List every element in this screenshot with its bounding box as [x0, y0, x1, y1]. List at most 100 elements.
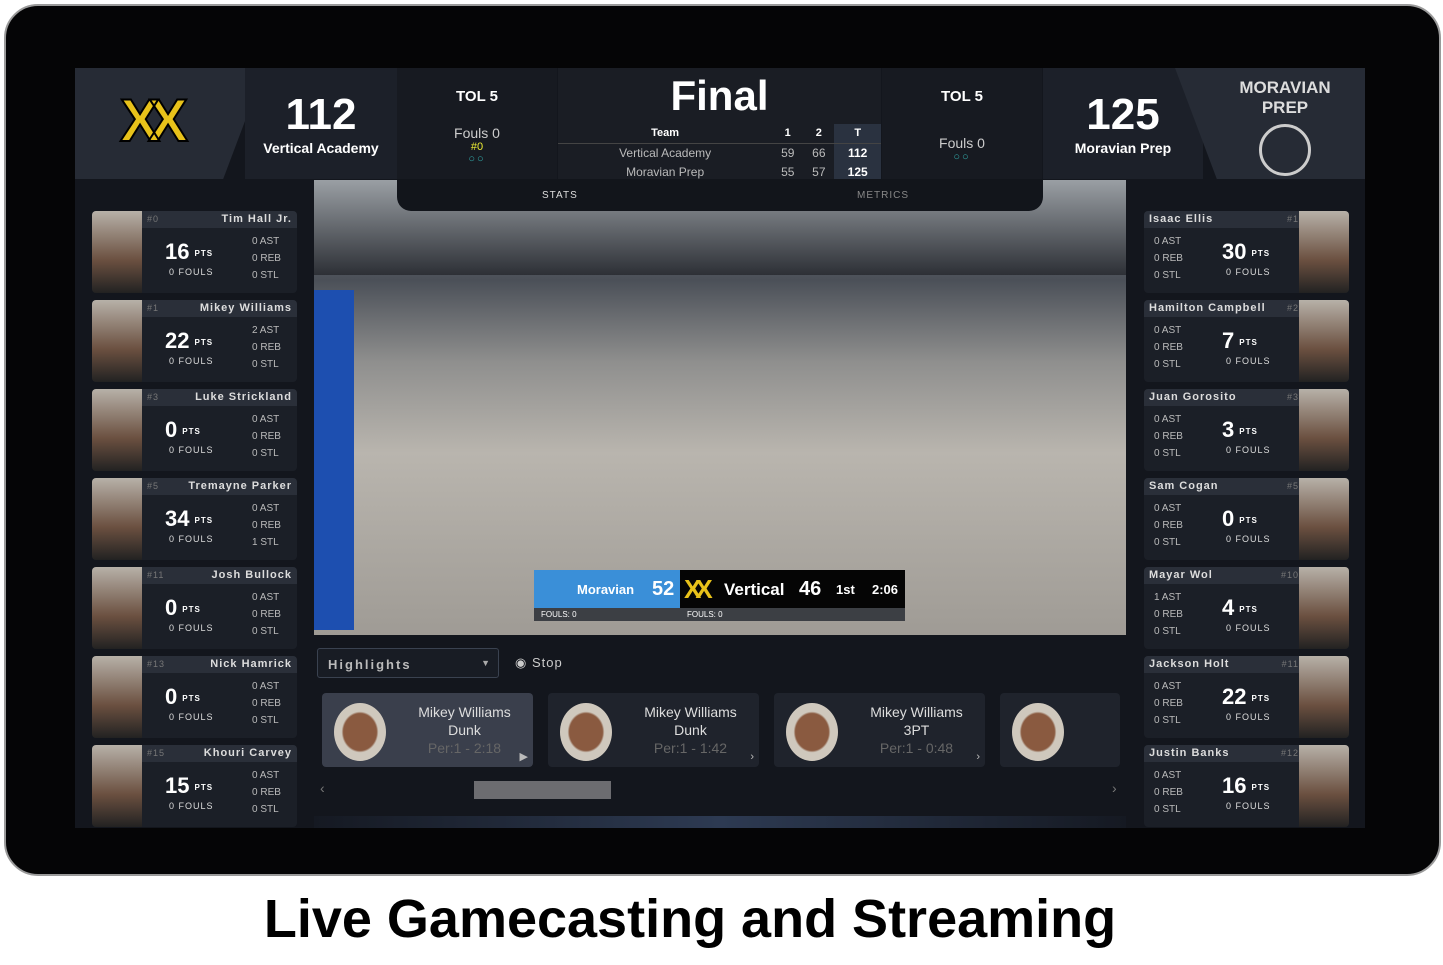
- player-reb: 0 REB: [1154, 787, 1183, 798]
- video-player[interactable]: Moravian 52 FOULS: 0 XX Vertical 46 1st …: [314, 180, 1126, 635]
- player-reb: 0 REB: [252, 253, 281, 264]
- player-stl: 0 STL: [252, 715, 279, 726]
- player-avatar: [786, 703, 838, 761]
- overlay-period: 1st: [836, 582, 855, 597]
- player-card[interactable]: #13 Nick Hamrick 0 PTS 0 FOULS 0 AST 0 REB…: [92, 656, 297, 738]
- highlights-select[interactable]: Highlights ▼: [317, 648, 499, 678]
- highlight-play: 3PT: [903, 722, 930, 738]
- home-logo-panel: XX: [75, 68, 265, 179]
- player-photo: [1299, 300, 1349, 382]
- player-avatar: [334, 703, 386, 761]
- player-fouls: 0: [169, 534, 176, 544]
- scroll-right-button[interactable]: ›: [1112, 780, 1117, 796]
- player-card[interactable]: Juan Gorosito #3 3 PTS 0 FOULS 0 AST 0 REB…: [1144, 389, 1349, 471]
- player-number: #2: [1286, 303, 1299, 313]
- highlight-item[interactable]: Mikey Williams Dunk Per:1 - 1:42 ›: [548, 693, 759, 767]
- video-score-bug: Moravian 52 FOULS: 0 XX Vertical 46 1st …: [534, 570, 905, 623]
- player-card[interactable]: Mayar Wol #10 4 PTS 0 FOULS 1 AST 0 REB 0 …: [1144, 567, 1349, 649]
- player-number: #5: [147, 481, 160, 491]
- player-photo: [92, 300, 142, 382]
- player-card[interactable]: #1 Mikey Williams 22 PTS 0 FOULS 2 AST 0 R…: [92, 300, 297, 382]
- scroll-left-button[interactable]: ‹: [320, 780, 325, 796]
- play-icon[interactable]: ▶: [520, 750, 528, 763]
- table-row: Vertical Academy 59 66 112: [558, 143, 881, 162]
- highlights-scrollbar[interactable]: [474, 781, 611, 799]
- overlay-vertical-logo: XX: [684, 574, 713, 604]
- player-card[interactable]: Jackson Holt #11 22 PTS 0 FOULS 0 AST 0 RE…: [1144, 656, 1349, 738]
- player-fouls: 0: [1226, 712, 1233, 722]
- player-points: 15: [165, 773, 190, 798]
- player-photo: [92, 567, 142, 649]
- tab-stats[interactable]: STATS: [542, 190, 578, 201]
- pts-label: PTS: [194, 337, 214, 347]
- cell: Vertical Academy: [619, 145, 712, 160]
- highlight-item[interactable]: Just Per: [1000, 693, 1120, 767]
- player-fouls: 0: [1226, 445, 1233, 455]
- highlight-item[interactable]: Mikey Williams 3PT Per:1 - 0:48 ›: [774, 693, 985, 767]
- pts-label: PTS: [1239, 426, 1258, 436]
- player-reb: 0 REB: [252, 431, 281, 442]
- player-points: 0: [165, 684, 178, 709]
- player-reb: 0 REB: [1154, 253, 1183, 264]
- player-name: Tremayne Parker: [188, 480, 292, 492]
- player-fouls: 0: [169, 445, 176, 455]
- player-ast: 0 AST: [252, 236, 280, 247]
- player-fouls: 0: [1226, 623, 1233, 633]
- player-fouls: 0: [1226, 356, 1233, 366]
- pts-label: PTS: [182, 426, 201, 436]
- player-stl: 1 STL: [252, 537, 279, 548]
- player-avatar: [560, 703, 612, 761]
- stop-icon: ◉: [515, 655, 528, 670]
- chevron-right-icon[interactable]: ›: [976, 751, 980, 763]
- player-reb: 0 REB: [1154, 431, 1183, 442]
- player-name: Josh Bullock: [211, 569, 292, 581]
- player-name: Isaac Ellis: [1149, 213, 1214, 225]
- player-photo: [1299, 745, 1349, 827]
- player-photo: [1299, 389, 1349, 471]
- player-fouls: 0: [169, 267, 176, 277]
- away-team-name: Moravian Prep: [1074, 140, 1172, 156]
- pts-label: PTS: [194, 248, 214, 258]
- player-name: Mayar Wol: [1149, 569, 1213, 581]
- player-stl: 0 STL: [1154, 537, 1181, 548]
- overlay-away-fouls: FOULS: 0: [541, 610, 577, 619]
- player-ast: 0 AST: [1154, 325, 1182, 336]
- player-ast: 0 AST: [1154, 414, 1182, 425]
- player-points: 4: [1222, 595, 1235, 620]
- player-card[interactable]: Hamilton Campbell #2 7 PTS 0 FOULS 0 AST 0…: [1144, 300, 1349, 382]
- stop-button[interactable]: ◉ Stop: [515, 655, 563, 671]
- away-timeouts: TOL 5: [941, 88, 983, 105]
- chevron-right-icon[interactable]: ›: [750, 751, 754, 763]
- player-ast: 0 AST: [252, 414, 280, 425]
- header-q1: 1: [772, 124, 804, 144]
- player-fouls: 0: [169, 356, 176, 366]
- highlight-item[interactable]: Mikey Williams Dunk Per:1 - 2:18 ▶: [322, 693, 533, 767]
- player-stl: 0 STL: [1154, 804, 1181, 815]
- pts-label: PTS: [1239, 515, 1258, 525]
- player-card[interactable]: #5 Tremayne Parker 34 PTS 0 FOULS 0 AST 0 …: [92, 478, 297, 560]
- fouls-label: FOULS: [178, 445, 214, 455]
- player-card[interactable]: #15 Khouri Carvey 15 PTS 0 FOULS 0 AST 0 R…: [92, 745, 297, 827]
- player-card[interactable]: Justin Banks #12 16 PTS 0 FOULS 0 AST 0 RE…: [1144, 745, 1349, 827]
- fouls-label: FOULS: [178, 534, 214, 544]
- highlight-time: Per:1 - 0:48: [879, 740, 954, 756]
- away-fouls: Fouls 0: [939, 135, 985, 151]
- home-bonus: #0: [470, 141, 484, 153]
- highlight-time: Per:1 - 1:42: [653, 740, 728, 756]
- player-card[interactable]: #0 Tim Hall Jr. 16 PTS 0 FOULS 0 AST 0 REB…: [92, 211, 297, 293]
- player-card[interactable]: #11 Josh Bullock 0 PTS 0 FOULS 0 AST 0 REB…: [92, 567, 297, 649]
- player-card[interactable]: Isaac Ellis #1 30 PTS 0 FOULS 0 AST 0 REB …: [1144, 211, 1349, 293]
- video-person: [314, 290, 354, 630]
- player-number: #11: [1281, 659, 1299, 669]
- player-card[interactable]: Sam Cogan #5 0 PTS 0 FOULS 0 AST 0 REB 0 S…: [1144, 478, 1349, 560]
- player-number: #12: [1280, 748, 1299, 758]
- player-number: #13: [147, 659, 166, 669]
- player-photo: [1299, 656, 1349, 738]
- fouls-label: FOULS: [1235, 267, 1271, 277]
- player-fouls: 0: [169, 623, 176, 633]
- tab-metrics[interactable]: METRICS: [857, 190, 909, 201]
- overlay-home-fouls: FOULS: 0: [687, 610, 723, 619]
- player-card[interactable]: #3 Luke Strickland 0 PTS 0 FOULS 0 AST 0 R…: [92, 389, 297, 471]
- player-fouls: 0: [1226, 801, 1233, 811]
- overlay-home-name: Vertical: [724, 580, 785, 599]
